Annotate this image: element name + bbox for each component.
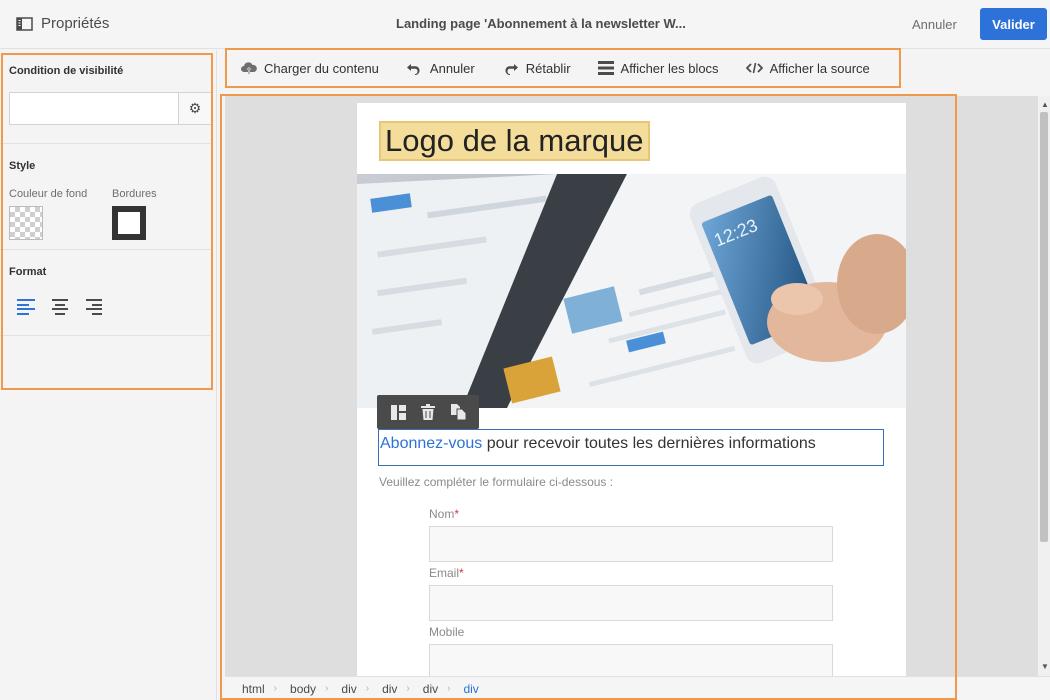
landing-page-preview: Logo de la marque 12:23 Abonnez-vous pou… xyxy=(357,103,906,676)
load-content-label: Charger du contenu xyxy=(264,60,379,76)
undo-label: Annuler xyxy=(429,60,475,76)
name-field[interactable] xyxy=(429,526,833,562)
undo-button[interactable]: Annuler xyxy=(406,61,475,76)
style-title: Style xyxy=(9,160,36,172)
subscribe-link[interactable]: Abonnez-vous xyxy=(380,435,482,452)
cancel-button[interactable]: Annuler xyxy=(912,17,957,32)
breadcrumb-item[interactable]: div xyxy=(423,682,438,696)
show-blocks-button[interactable]: Afficher les blocs xyxy=(597,60,719,76)
validate-button[interactable]: Valider xyxy=(980,8,1047,40)
divider xyxy=(0,335,212,336)
undo-icon xyxy=(406,63,420,75)
chevron-right-icon: › xyxy=(325,683,329,694)
bg-color-swatch[interactable] xyxy=(9,206,43,240)
form-instructions: Veuillez compléter le formulaire ci-dess… xyxy=(379,475,614,489)
email-label: Email* xyxy=(429,566,464,580)
block-toolbar xyxy=(377,395,479,429)
align-center-icon[interactable] xyxy=(51,299,69,315)
hero-image[interactable]: 12:23 xyxy=(357,174,906,408)
editor-toolbar: Charger du contenu Annuler Rétablir Affi… xyxy=(225,48,901,88)
redo-icon xyxy=(505,63,518,75)
headline-text: pour recevoir toutes les dernières infor… xyxy=(482,435,816,452)
scroll-thumb[interactable] xyxy=(1040,112,1048,542)
show-blocks-label: Afficher les blocs xyxy=(620,60,719,76)
show-source-button[interactable]: Afficher la source xyxy=(745,60,870,76)
page-title: Landing page 'Abonnement à la newsletter… xyxy=(396,16,686,31)
breadcrumb-item[interactable]: div xyxy=(382,682,397,696)
scroll-up-icon[interactable]: ▲ xyxy=(1041,100,1049,109)
properties-label: Propriétés xyxy=(41,15,110,32)
divider xyxy=(0,249,212,250)
gear-icon[interactable]: ⚙ xyxy=(179,92,212,125)
redo-label: Rétablir xyxy=(525,60,571,76)
mobile-label: Mobile xyxy=(429,625,465,639)
chevron-right-icon: › xyxy=(365,683,370,694)
blocks-icon xyxy=(597,61,614,75)
bg-color-label: Couleur de fond xyxy=(9,188,88,200)
name-label: Nom* xyxy=(429,507,460,521)
borders-label: Bordures xyxy=(112,188,157,200)
cloud-upload-icon xyxy=(241,62,257,74)
properties-panel xyxy=(0,50,217,700)
headline-text-block[interactable]: Abonnez-vous pour recevoir toutes les de… xyxy=(378,429,884,466)
breadcrumb-item[interactable]: div xyxy=(341,682,356,696)
border-swatch[interactable] xyxy=(112,206,146,240)
show-source-label: Afficher la source xyxy=(769,60,870,76)
visibility-title: Condition de visibilité xyxy=(9,65,124,77)
format-title: Format xyxy=(9,266,47,278)
breadcrumb-item[interactable]: html xyxy=(242,682,265,696)
top-bar: Propriétés Landing page 'Abonnement à la… xyxy=(0,0,1050,49)
mobile-field[interactable] xyxy=(429,644,833,676)
chevron-right-icon: › xyxy=(447,683,451,694)
breadcrumb: html › body › div › div › div › div xyxy=(225,676,1050,700)
chevron-right-icon: › xyxy=(406,683,410,694)
trash-icon[interactable] xyxy=(419,403,437,421)
visibility-condition-input[interactable] xyxy=(9,92,179,125)
breadcrumb-item[interactable]: body xyxy=(290,682,316,696)
email-field[interactable] xyxy=(429,585,833,621)
brand-logo-block[interactable]: Logo de la marque xyxy=(379,121,650,161)
canvas-scrollbar[interactable]: ▲ ▼ xyxy=(1038,96,1050,676)
panel-icon xyxy=(16,16,33,31)
redo-button[interactable]: Rétablir xyxy=(502,61,571,76)
layout-icon[interactable] xyxy=(389,403,407,421)
chevron-right-icon: › xyxy=(273,683,278,694)
align-left-icon[interactable] xyxy=(17,299,35,315)
align-right-icon[interactable] xyxy=(84,299,102,315)
load-content-button[interactable]: Charger du contenu xyxy=(241,61,379,76)
code-icon xyxy=(745,62,763,74)
breadcrumb-item-current[interactable]: div xyxy=(463,682,478,696)
scroll-down-icon[interactable]: ▼ xyxy=(1041,662,1049,671)
editor-canvas: Logo de la marque 12:23 Abonnez-vous pou… xyxy=(225,96,1038,676)
properties-toggle[interactable]: Propriétés xyxy=(16,15,109,32)
divider xyxy=(0,143,212,144)
duplicate-icon[interactable] xyxy=(449,403,467,421)
